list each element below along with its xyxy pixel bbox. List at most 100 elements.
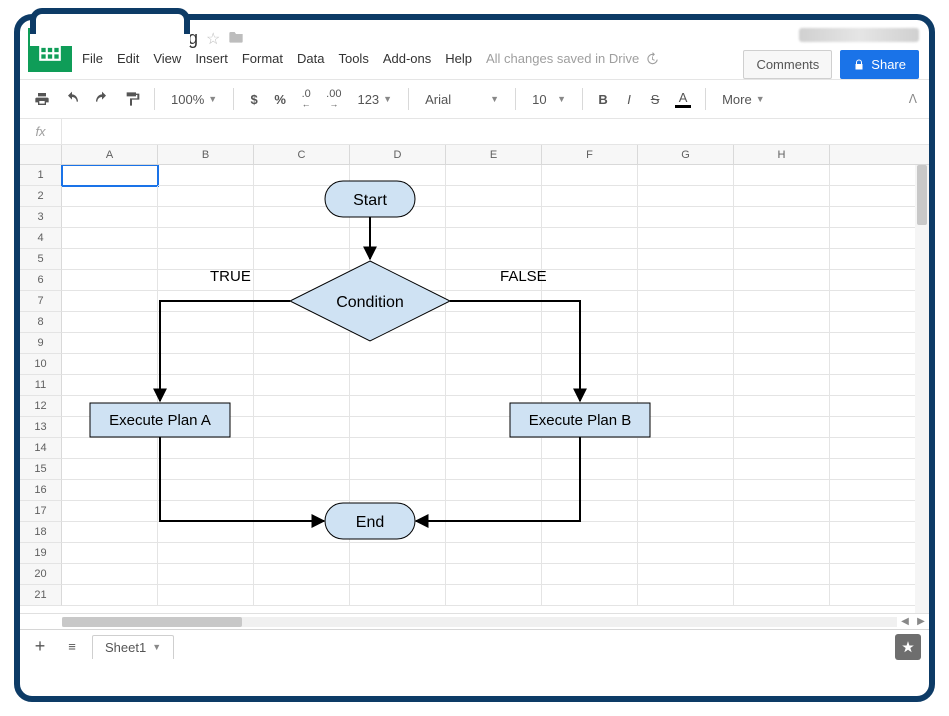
more-toolbar-dropdown[interactable]: More▼	[714, 85, 773, 113]
col-header-extra[interactable]	[830, 145, 929, 164]
row-header[interactable]: 5	[20, 249, 62, 270]
row-header[interactable]: 12	[20, 396, 62, 417]
cell[interactable]	[734, 522, 830, 543]
vertical-scrollbar[interactable]	[915, 165, 929, 613]
cell[interactable]	[734, 270, 830, 291]
cell[interactable]	[734, 417, 830, 438]
cell[interactable]	[734, 375, 830, 396]
scroll-left-icon[interactable]: ◀	[897, 616, 913, 627]
bold-button[interactable]: B	[591, 85, 615, 113]
row-header[interactable]: 8	[20, 312, 62, 333]
row-header[interactable]: 3	[20, 207, 62, 228]
row-header[interactable]: 21	[20, 585, 62, 606]
col-header[interactable]: G	[638, 145, 734, 164]
caret-icon[interactable]: ▼	[152, 642, 161, 652]
cell[interactable]	[734, 312, 830, 333]
add-sheet-button[interactable]: +	[28, 633, 52, 661]
folder-icon[interactable]	[228, 29, 244, 48]
share-button[interactable]: Share	[840, 50, 919, 79]
star-icon[interactable]: ☆	[206, 29, 220, 49]
row-header[interactable]: 19	[20, 543, 62, 564]
row-header[interactable]: 17	[20, 501, 62, 522]
hscroll-thumb[interactable]	[62, 617, 242, 627]
menu-addons[interactable]: Add-ons	[383, 51, 431, 66]
increase-decimals-button[interactable]: .00→	[320, 85, 347, 113]
scroll-right-icon[interactable]: ▶	[913, 616, 929, 627]
cell[interactable]	[734, 228, 830, 249]
zoom-dropdown[interactable]: 100%▼	[163, 85, 225, 113]
col-header[interactable]: A	[62, 145, 158, 164]
cell[interactable]	[734, 564, 830, 585]
row-header[interactable]: 9	[20, 333, 62, 354]
comments-button[interactable]: Comments	[743, 50, 832, 79]
cell[interactable]	[734, 186, 830, 207]
italic-button[interactable]: I	[617, 85, 641, 113]
print-button[interactable]	[28, 85, 56, 113]
all-sheets-button[interactable]: ≡	[60, 633, 84, 661]
menu-edit[interactable]: Edit	[117, 51, 139, 66]
vscroll-thumb[interactable]	[917, 165, 927, 225]
menu-view[interactable]: View	[153, 51, 181, 66]
row-header[interactable]: 10	[20, 354, 62, 375]
sheet-tab[interactable]: Sheet1 ▼	[92, 635, 174, 659]
col-header[interactable]: D	[350, 145, 446, 164]
collapse-toolbar-icon[interactable]: ᐱ	[909, 92, 917, 106]
percent-button[interactable]: %	[268, 85, 292, 113]
row-header[interactable]: 7	[20, 291, 62, 312]
currency-button[interactable]: $	[242, 85, 266, 113]
horizontal-scrollbar[interactable]: ◀ ▶	[20, 613, 929, 629]
explore-button[interactable]	[895, 634, 921, 660]
menu-data[interactable]: Data	[297, 51, 324, 66]
col-header[interactable]: C	[254, 145, 350, 164]
cell[interactable]	[734, 249, 830, 270]
col-header[interactable]: B	[158, 145, 254, 164]
row-header[interactable]: 4	[20, 228, 62, 249]
paint-format-button[interactable]	[118, 85, 146, 113]
cell[interactable]	[734, 459, 830, 480]
row-header[interactable]: 13	[20, 417, 62, 438]
row-header[interactable]: 15	[20, 459, 62, 480]
row-header[interactable]: 20	[20, 564, 62, 585]
col-header[interactable]: H	[734, 145, 830, 164]
fx-label[interactable]: fx	[20, 119, 62, 144]
cell[interactable]	[734, 438, 830, 459]
history-icon[interactable]	[645, 52, 659, 66]
font-size-dropdown[interactable]: 10▼	[524, 85, 574, 113]
cell[interactable]	[734, 207, 830, 228]
cell[interactable]	[734, 501, 830, 522]
strikethrough-button[interactable]: S	[643, 85, 667, 113]
decrease-decimals-button[interactable]: .0←	[294, 85, 318, 113]
select-all-corner[interactable]	[20, 145, 62, 164]
row-header[interactable]: 1	[20, 165, 62, 186]
row-header[interactable]: 18	[20, 522, 62, 543]
cell[interactable]	[734, 291, 830, 312]
menu-file[interactable]: File	[82, 51, 103, 66]
formula-input[interactable]	[62, 119, 929, 144]
cell[interactable]	[734, 480, 830, 501]
cell[interactable]	[734, 354, 830, 375]
cell[interactable]	[734, 396, 830, 417]
row-header[interactable]: 11	[20, 375, 62, 396]
account-email[interactable]	[799, 28, 919, 42]
menu-format[interactable]: Format	[242, 51, 283, 66]
menu-tools[interactable]: Tools	[338, 51, 368, 66]
row-header[interactable]: 16	[20, 480, 62, 501]
undo-button[interactable]	[58, 85, 86, 113]
row-header[interactable]: 2	[20, 186, 62, 207]
menu-help[interactable]: Help	[445, 51, 472, 66]
col-header[interactable]: F	[542, 145, 638, 164]
cell[interactable]	[734, 585, 830, 606]
col-header[interactable]: E	[446, 145, 542, 164]
flowchart-drawing[interactable]: Start Condition TRUE FALSE Execute Plan …	[70, 173, 710, 593]
row-header[interactable]: 6	[20, 270, 62, 291]
cell[interactable]	[734, 333, 830, 354]
redo-button[interactable]	[88, 85, 116, 113]
text-color-button[interactable]: A	[669, 85, 697, 113]
font-dropdown[interactable]: Arial▼	[417, 85, 507, 113]
hscroll-track[interactable]	[62, 617, 897, 627]
menu-insert[interactable]: Insert	[195, 51, 228, 66]
cell[interactable]	[734, 165, 830, 186]
cell[interactable]	[734, 543, 830, 564]
row-header[interactable]: 14	[20, 438, 62, 459]
number-format-dropdown[interactable]: 123▼	[349, 85, 400, 113]
